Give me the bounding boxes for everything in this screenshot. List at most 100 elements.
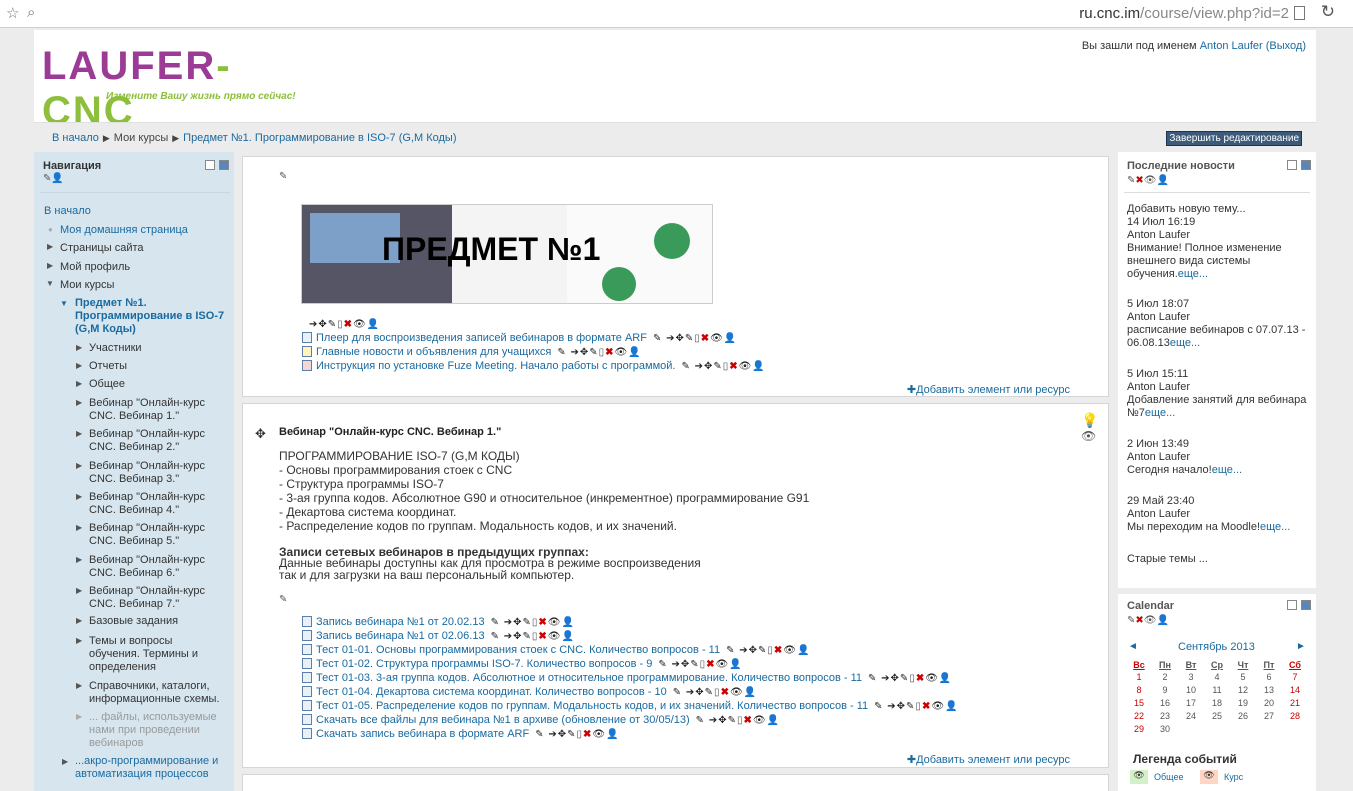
collapse-icon[interactable]: ▼	[46, 279, 54, 288]
nav-course-item[interactable]: Вебинар "Онлайн-курс CNC. Вебинар 5."	[89, 522, 224, 548]
resource-actions[interactable]: ✎ ➔✥✎▯✖👁👤	[491, 617, 575, 628]
resource-link[interactable]: Запись вебинара №1 от 20.02.13	[316, 616, 485, 628]
resource-link[interactable]: Запись вебинара №1 от 02.06.13	[316, 630, 485, 642]
calendar-day[interactable]: 15	[1126, 696, 1152, 709]
expand-icon[interactable]: ▶	[76, 712, 82, 721]
nav-course-item[interactable]: Общее	[89, 378, 224, 391]
collapse-icon[interactable]: ▼	[60, 299, 68, 308]
nav-current-course[interactable]: Предмет №1. Программирование в ISO-7 (G,…	[75, 297, 225, 336]
calendar-day[interactable]: 16	[1152, 696, 1178, 709]
expand-icon[interactable]: ▶	[76, 379, 82, 388]
edit-summary-icon[interactable]: ✎	[279, 171, 287, 182]
calendar-day[interactable]: 4	[1204, 670, 1230, 683]
nav-my-profile[interactable]: Мой профиль	[60, 261, 130, 274]
nav-course-item[interactable]: Участники	[89, 342, 224, 355]
calendar-day[interactable]: 25	[1204, 709, 1230, 722]
resource-actions[interactable]: ✎ ➔✥✎▯✖👁👤	[653, 333, 737, 344]
news-more-link[interactable]: еще...	[1260, 521, 1290, 533]
prev-month-icon[interactable]: ◄	[1128, 641, 1138, 652]
nav-course-item[interactable]: Отчеты	[89, 360, 224, 373]
block-dock-icon[interactable]	[1301, 160, 1311, 170]
resource-actions[interactable]: ✎ ➔✥✎▯✖👁👤	[535, 729, 619, 740]
add-topic-link[interactable]: Добавить новую тему...	[1127, 203, 1312, 216]
hide-section-icon[interactable]: 👁	[1081, 429, 1096, 443]
reload-icon[interactable]: ↻	[1321, 2, 1335, 22]
calendar-day[interactable]: 17	[1178, 696, 1204, 709]
resource-link[interactable]: Скачать запись вебинара в формате ARF	[316, 728, 529, 740]
banner-actions[interactable]: ➔✥✎▯✖👁👤	[309, 319, 380, 330]
nav-course-item[interactable]: Вебинар "Онлайн-курс CNC. Вебинар 2."	[89, 428, 224, 454]
expand-icon[interactable]: ▶	[76, 429, 82, 438]
add-resource-link[interactable]: ✚Добавить элемент или ресурс	[907, 383, 1070, 396]
highlight-icon[interactable]: 💡	[1081, 412, 1098, 429]
calendar-day[interactable]: 27	[1256, 709, 1282, 722]
nav-course-item[interactable]: Вебинар "Онлайн-курс CNC. Вебинар 4."	[89, 491, 224, 517]
expand-icon[interactable]: ▶	[62, 757, 68, 766]
edit-summary-icon[interactable]: ✎	[279, 594, 287, 605]
block-actions-icons[interactable]: ✎✖👁👤	[1127, 615, 1169, 626]
nav-course-item[interactable]: ... файлы, используемые нами при проведе…	[89, 711, 224, 750]
block-collapse-icon[interactable]	[1287, 600, 1297, 610]
resource-actions[interactable]: ✎ ➔✥✎▯✖👁👤	[557, 347, 641, 358]
move-icon[interactable]: ✥	[255, 426, 266, 442]
calendar-day[interactable]: 28	[1282, 709, 1308, 722]
expand-icon[interactable]: ▶	[76, 492, 82, 501]
resource-link[interactable]: Тест 01-05. Распределение кодов по групп…	[316, 700, 868, 712]
expand-icon[interactable]: ▶	[76, 398, 82, 407]
address-bar[interactable]: ru.cnc.im/course/view.php?id=2	[1079, 5, 1289, 22]
calendar-day[interactable]: 6	[1256, 670, 1282, 683]
calendar-day[interactable]: 24	[1178, 709, 1204, 722]
legend-course[interactable]: Курс	[1224, 772, 1243, 782]
resource-actions[interactable]: ✎ ➔✥✎▯✖👁👤	[491, 631, 575, 642]
user-link[interactable]: Anton Laufer	[1200, 40, 1263, 52]
calendar-day[interactable]: 11	[1204, 683, 1230, 696]
nav-course-last[interactable]: ...акро-программирование и автоматизация…	[75, 755, 225, 781]
expand-icon[interactable]: ▶	[76, 586, 82, 595]
nav-home[interactable]: В начало	[44, 205, 91, 218]
calendar-day[interactable]: 8	[1126, 683, 1152, 696]
block-collapse-icon[interactable]	[205, 160, 215, 170]
calendar-day[interactable]: 19	[1230, 696, 1256, 709]
resource-link[interactable]: Плеер для воспроизведения записей вебина…	[316, 332, 647, 344]
news-more-link[interactable]: еще...	[1178, 268, 1208, 280]
resource-actions[interactable]: ✎ ➔✥✎▯✖👁👤	[868, 673, 952, 684]
nav-course-item[interactable]: Базовые задания	[89, 615, 224, 628]
expand-icon[interactable]: ▶	[76, 361, 82, 370]
breadcrumb-my-courses[interactable]: Мои курсы	[114, 132, 168, 144]
block-actions-icons[interactable]: ✎👤	[43, 173, 64, 184]
nav-course-item[interactable]: Вебинар "Онлайн-курс CNC. Вебинар 7."	[89, 585, 224, 611]
calendar-day[interactable]: 2	[1152, 670, 1178, 683]
calendar-day[interactable]: 5	[1230, 670, 1256, 683]
block-dock-icon[interactable]	[219, 160, 229, 170]
calendar-day[interactable]: 12	[1230, 683, 1256, 696]
nav-course-item[interactable]: Вебинар "Онлайн-курс CNC. Вебинар 1."	[89, 397, 224, 423]
calendar-day[interactable]: 13	[1256, 683, 1282, 696]
expand-icon[interactable]: ▶	[76, 616, 82, 625]
calendar-day[interactable]: 10	[1178, 683, 1204, 696]
block-actions-icons[interactable]: ✎✖👁👤	[1127, 175, 1169, 186]
nav-course-item[interactable]: Вебинар "Онлайн-курс CNC. Вебинар 6."	[89, 554, 224, 580]
calendar-day[interactable]: 18	[1204, 696, 1230, 709]
star-icon[interactable]: ☆	[6, 4, 19, 22]
resource-link[interactable]: Инструкция по установке Fuze Meeting. На…	[316, 360, 675, 372]
nav-my-home[interactable]: Моя домашняя страница	[60, 224, 188, 237]
news-more-link[interactable]: еще...	[1170, 337, 1200, 349]
calendar-day[interactable]: 1	[1126, 670, 1152, 683]
expand-icon[interactable]: ▶	[76, 343, 82, 352]
nav-my-courses[interactable]: Мои курсы	[60, 279, 114, 292]
expand-icon[interactable]: ▶	[76, 681, 82, 690]
calendar-day[interactable]: 7	[1282, 670, 1308, 683]
expand-icon[interactable]: ▶	[76, 636, 82, 645]
old-topics-link[interactable]: Старые темы ...	[1127, 553, 1312, 566]
expand-icon[interactable]: ▶	[76, 555, 82, 564]
nav-site-pages[interactable]: Страницы сайта	[60, 242, 144, 255]
resource-link[interactable]: Тест 01-03. 3-ая группа кодов. Абсолютно…	[316, 672, 862, 684]
resource-actions[interactable]: ✎ ➔✥✎▯✖👁👤	[681, 361, 765, 372]
calendar-month[interactable]: Сентябрь 2013	[1178, 641, 1255, 653]
resource-actions[interactable]: ✎ ➔✥✎▯✖👁👤	[673, 687, 757, 698]
next-month-icon[interactable]: ►	[1296, 641, 1306, 652]
breadcrumb-home[interactable]: В начало	[52, 132, 99, 144]
nav-course-item[interactable]: Вебинар "Онлайн-курс CNC. Вебинар 3."	[89, 460, 224, 486]
resource-link[interactable]: Главные новости и объявления для учащихс…	[316, 346, 551, 358]
calendar-day[interactable]: 14	[1282, 683, 1308, 696]
